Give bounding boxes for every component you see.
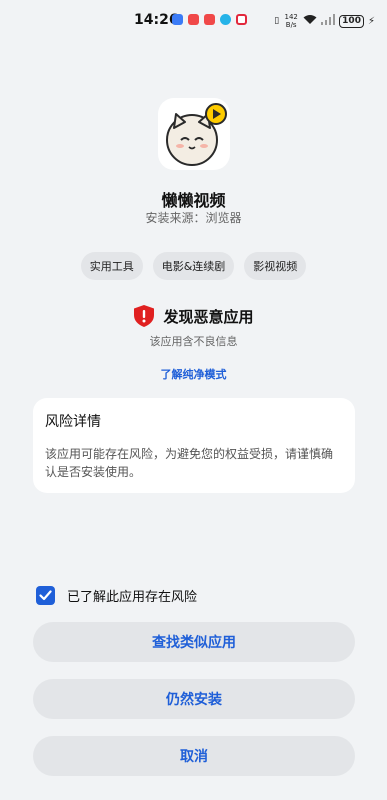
app-source: 安装来源：浏览器	[0, 209, 387, 226]
wifi-icon	[303, 14, 317, 28]
warning-title: 发现恶意应用	[163, 307, 254, 326]
cat-play-icon	[166, 103, 227, 166]
acknowledge-checkbox[interactable]	[36, 586, 55, 605]
app-tags: 实用工具 电影&连续剧 影视视频	[0, 252, 387, 280]
cancel-button[interactable]: 取消	[33, 736, 355, 776]
pure-mode-link[interactable]: 了解纯净模式	[0, 366, 387, 382]
risk-details-card: 风险详情 该应用可能存在风险，为避免您的权益受损，请谨慎确认是否安装使用。	[33, 398, 355, 493]
acknowledge-risk-option[interactable]: 已了解此应用存在风险	[36, 586, 197, 605]
status-bar: 14:26 ▯ 142 B/s 100 ⚡	[0, 0, 387, 40]
tag-chip: 实用工具	[80, 252, 143, 280]
net-speed: 142 B/s	[284, 13, 298, 29]
status-indicators: ▯ 142 B/s 100 ⚡	[274, 13, 375, 29]
notification-icons	[172, 14, 247, 25]
notification-icon	[204, 14, 215, 25]
warning-subtitle: 该应用含不良信息	[149, 335, 238, 348]
shield-alert-icon	[134, 305, 155, 327]
tag-chip: 影视视频	[244, 252, 307, 280]
acknowledge-label: 已了解此应用存在风险	[67, 590, 198, 605]
charging-icon: ⚡	[367, 15, 375, 27]
install-anyway-button[interactable]: 仍然安装	[33, 679, 355, 719]
app-name: 懒懒视频	[161, 191, 226, 210]
notification-icon	[236, 14, 247, 25]
app-source-value: 浏览器	[205, 211, 242, 225]
find-similar-apps-button[interactable]: 查找类似应用	[33, 622, 355, 662]
signal-icon	[321, 14, 336, 28]
notification-icon	[220, 14, 231, 25]
app-source-label: 安装来源：	[145, 211, 206, 225]
notification-icon	[172, 14, 183, 25]
notification-icon	[188, 14, 199, 25]
risk-details-body: 该应用可能存在风险，为避免您的权益受损，请谨慎确认是否安装使用。	[45, 447, 334, 479]
checkmark-icon	[39, 590, 52, 601]
malicious-warning: 发现恶意应用	[0, 304, 387, 328]
risk-details-title: 风险详情	[45, 414, 101, 430]
battery-indicator: 100	[339, 14, 364, 28]
app-icon	[158, 98, 230, 170]
vibrate-icon: ▯	[274, 16, 280, 26]
tag-chip: 电影&连续剧	[152, 252, 235, 280]
